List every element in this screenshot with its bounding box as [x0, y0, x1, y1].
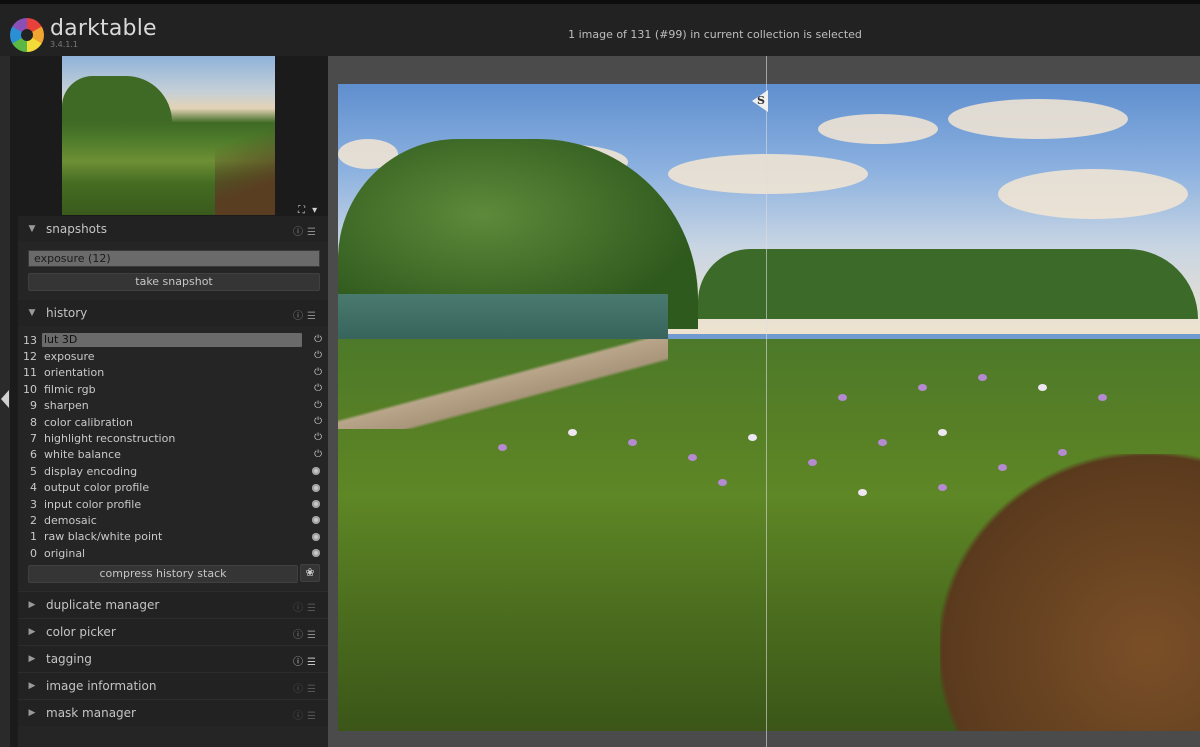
photo-iris-flower — [688, 454, 697, 461]
always-on-icon — [312, 532, 320, 541]
photo-iris-flower — [878, 439, 887, 446]
photo-trees — [698, 249, 1198, 319]
always-on-icon — [312, 516, 320, 525]
module-color-picker[interactable]: ▶ color picker ⓘ☰ — [18, 618, 328, 645]
photo-iris-flower — [978, 374, 987, 381]
module-header-icons[interactable]: ⓘ☰ — [293, 653, 320, 668]
triangle-down-icon: ▼ — [28, 308, 36, 318]
history-item[interactable]: 9 sharpen ⏻ — [18, 398, 328, 414]
photo-iris-flower — [628, 439, 637, 446]
triangle-right-icon: ▶ — [28, 627, 36, 637]
photo-iris-flower — [1038, 384, 1047, 391]
history-item[interactable]: 13 lut 3D ⏻ — [18, 332, 328, 348]
photo-soil — [940, 454, 1200, 731]
photo-iris-flower — [998, 464, 1007, 471]
history-item[interactable]: 6 white balance ⏻ — [18, 447, 328, 463]
main-photo[interactable] — [338, 84, 1200, 731]
module-header-icons[interactable]: ⓘ☰ — [293, 307, 320, 322]
always-on-icon — [312, 549, 320, 558]
snapshots-header[interactable]: ▼ snapshots ⓘ☰ — [18, 216, 328, 242]
history-style-icon[interactable]: ❀ — [300, 564, 320, 582]
photo-iris-flower — [568, 429, 577, 436]
module-header-icons[interactable]: ⓘ☰ — [293, 223, 320, 238]
power-icon: ⏻ — [314, 415, 322, 427]
photo-iris-flower — [498, 444, 507, 451]
photo-path — [338, 339, 668, 429]
history-item[interactable]: 12 exposure ⏻ — [18, 348, 328, 364]
compress-history-button[interactable]: compress history stack — [28, 565, 298, 583]
module-header-icons[interactable]: ⓘ☰ — [293, 626, 320, 641]
module-image-information[interactable]: ▶ image information ⓘ☰ — [18, 672, 328, 699]
power-icon: ⏻ — [314, 399, 322, 411]
snapshot-split-line[interactable] — [766, 56, 767, 747]
photo-iris-flower — [838, 394, 847, 401]
power-icon: ⏻ — [314, 350, 322, 362]
left-panel: ▼ snapshots ⓘ☰ exposure (12) take snapsh… — [10, 216, 328, 747]
history-item[interactable]: 5 display encoding — [18, 463, 328, 479]
snapshot-entry[interactable]: exposure (12) — [28, 250, 320, 267]
history-item[interactable]: 4 output color profile — [18, 480, 328, 496]
photo-iris-flower — [748, 434, 757, 441]
history-item[interactable]: 1 raw black/white point — [18, 529, 328, 545]
take-snapshot-button[interactable]: take snapshot — [28, 273, 320, 291]
photo-cloud — [668, 154, 868, 194]
darktable-logo-icon — [10, 18, 44, 52]
navigator-thumbnail[interactable] — [62, 56, 275, 215]
triangle-down-icon: ▼ — [28, 224, 36, 234]
history-item[interactable]: 11 orientation ⏻ — [18, 365, 328, 381]
triangle-right-icon: ▶ — [28, 600, 36, 610]
photo-iris-flower — [858, 489, 867, 496]
power-icon: ⏻ — [314, 334, 322, 345]
triangle-right-icon: ▶ — [28, 654, 36, 664]
module-duplicate-manager[interactable]: ▶ duplicate manager ⓘ☰ — [18, 591, 328, 618]
module-header-icons[interactable]: ⓘ☰ — [293, 680, 320, 695]
navigator-zoom-icons[interactable]: ⛶ ▾ — [298, 205, 319, 216]
module-tagging[interactable]: ▶ tagging ⓘ☰ — [18, 645, 328, 672]
collection-status: 1 image of 131 (#99) in current collecti… — [568, 28, 862, 41]
photo-cloud — [818, 114, 938, 144]
power-icon: ⏻ — [314, 366, 322, 378]
snapshot-marker-label: S — [757, 94, 765, 107]
always-on-icon — [312, 499, 320, 508]
history-title: history — [46, 306, 88, 320]
photo-iris-flower — [938, 429, 947, 436]
navigator-panel[interactable]: ⛶ ▾ — [10, 56, 328, 216]
history-item[interactable]: 7 highlight reconstruction ⏻ — [18, 430, 328, 446]
photo-cloud — [998, 169, 1188, 219]
left-panel-collapse-arrow[interactable] — [1, 390, 9, 408]
history-item[interactable]: 3 input color profile — [18, 496, 328, 512]
always-on-icon — [312, 483, 320, 492]
history-item[interactable]: 10 filmic rgb ⏻ — [18, 381, 328, 397]
center-image-viewer[interactable]: S — [328, 56, 1200, 747]
photo-cloud — [948, 99, 1128, 139]
app-name: darktable — [50, 16, 157, 41]
photo-iris-flower — [938, 484, 947, 491]
app-version: 3.4.1.1 — [50, 40, 78, 49]
photo-iris-flower — [1098, 394, 1107, 401]
photo-iris-flower — [918, 384, 927, 391]
photo-iris-flower — [718, 479, 727, 486]
history-item[interactable]: 2 demosaic — [18, 512, 328, 528]
module-header-icons[interactable]: ⓘ☰ — [293, 599, 320, 614]
always-on-icon — [312, 467, 320, 476]
module-header-icons[interactable]: ⓘ☰ — [293, 707, 320, 722]
history-item[interactable]: 0 original — [18, 545, 328, 561]
power-icon: ⏻ — [314, 432, 322, 444]
module-mask-manager[interactable]: ▶ mask manager ⓘ☰ — [18, 699, 328, 726]
photo-iris-flower — [808, 459, 817, 466]
header-bar: darktable 3.4.1.1 1 image of 131 (#99) i… — [0, 4, 1200, 56]
snapshots-title: snapshots — [46, 222, 107, 236]
history-item[interactable]: 8 color calibration ⏻ — [18, 414, 328, 430]
history-header[interactable]: ▼ history ⓘ☰ — [18, 300, 328, 326]
triangle-right-icon: ▶ — [28, 708, 36, 718]
power-icon: ⏻ — [314, 448, 322, 460]
power-icon: ⏻ — [314, 383, 322, 395]
app-logo: darktable 3.4.1.1 — [10, 18, 157, 52]
history-list: 13 lut 3D ⏻ 12 exposure ⏻ 11 orientation… — [18, 332, 328, 561]
photo-iris-flower — [1058, 449, 1067, 456]
triangle-right-icon: ▶ — [28, 681, 36, 691]
